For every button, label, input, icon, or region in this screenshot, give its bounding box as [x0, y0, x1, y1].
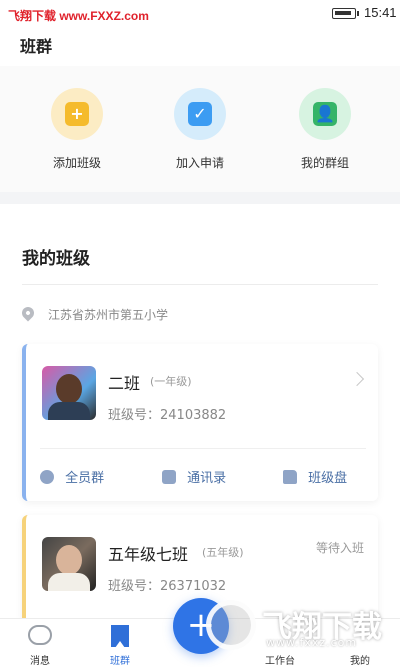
nav-label: 班群: [110, 656, 130, 667]
class-drive-label: 班级盘: [308, 471, 348, 486]
location-pin-icon: [19, 304, 37, 322]
class-card[interactable]: 二班 (一年级) 班级号：24103882 全员群 通讯录 班级盘: [22, 344, 378, 501]
bookmark-icon: [111, 625, 129, 648]
my-groups-label: 我的群组: [300, 156, 349, 170]
contacts-button[interactable]: 通讯录: [162, 466, 226, 486]
class-avatar: [42, 537, 96, 591]
all-members-group-button[interactable]: 全员群: [40, 466, 104, 486]
nav-item-workbench[interactable]: 工作台: [240, 619, 320, 667]
my-groups-button[interactable]: 👤 我的群组: [270, 88, 380, 178]
nav-item-profile[interactable]: 我的: [320, 619, 400, 667]
contacts-icon: [162, 469, 176, 484]
quick-actions: + 添加班级 ✓ 加入申请 👤 我的群组: [0, 66, 400, 192]
folder-icon: [283, 469, 297, 484]
join-request-icon-bg: ✓: [174, 88, 226, 140]
section-divider: [22, 284, 378, 285]
status-time: 15:41: [364, 5, 397, 20]
section-title: 我的班级: [22, 249, 90, 269]
page-title: 班群: [20, 37, 53, 56]
avatar-face: [56, 545, 82, 575]
avatar-body: [48, 573, 90, 591]
my-groups-icon-bg: 👤: [299, 88, 351, 140]
avatar-body: [48, 402, 90, 420]
add-class-icon: +: [65, 102, 89, 126]
class-grade: (五年级): [202, 546, 244, 559]
status-bar: 飞翔下载 www.FXXZ.com 15:41: [0, 0, 400, 28]
class-number: 班级号：26371032: [108, 579, 227, 594]
add-class-label: 添加班级: [52, 156, 101, 170]
class-name: 二班: [108, 374, 141, 393]
battery-tip: [357, 11, 359, 16]
nav-item-class-group[interactable]: 班群: [80, 619, 160, 667]
header: 班群: [0, 28, 400, 66]
my-classes-panel: 我的班级 江苏省苏州市第五小学 二班 (一年级) 班级号：24103882 全员…: [0, 204, 400, 625]
contacts-label: 通讯录: [187, 471, 227, 486]
add-class-button[interactable]: + 添加班级: [22, 88, 132, 178]
watermark-text: 飞翔下载 www.FXXZ.com: [8, 9, 149, 23]
add-class-icon-bg: +: [51, 88, 103, 140]
join-request-button[interactable]: ✓ 加入申请: [145, 88, 255, 178]
card-divider: [40, 448, 366, 449]
nav-label: 工作台: [265, 656, 295, 667]
avatar-face: [56, 374, 82, 404]
class-number: 班级号：24103882: [108, 408, 227, 423]
class-name: 五年级七班: [108, 545, 189, 564]
pending-status: 等待入班: [315, 541, 364, 555]
nav-label: 我的: [350, 656, 370, 667]
card-actions: 全员群 通讯录 班级盘: [26, 460, 378, 490]
my-groups-icon: 👤: [313, 102, 337, 126]
chevron-right-icon[interactable]: [349, 371, 365, 387]
class-grade: (一年级): [150, 375, 192, 388]
class-drive-button[interactable]: 班级盘: [283, 466, 347, 486]
floating-add-button[interactable]: +: [173, 598, 229, 654]
nav-item-messages[interactable]: 消息: [0, 619, 80, 667]
chat-bubble-icon: [40, 469, 54, 484]
message-icon: [28, 625, 52, 645]
class-avatar: [42, 366, 96, 420]
battery-icon: [332, 8, 356, 19]
location-text: 江苏省苏州市第五小学: [48, 308, 169, 322]
all-members-group-label: 全员群: [65, 471, 105, 486]
nav-label: 消息: [30, 656, 50, 667]
join-request-label: 加入申请: [175, 156, 224, 170]
join-request-icon: ✓: [188, 102, 212, 126]
